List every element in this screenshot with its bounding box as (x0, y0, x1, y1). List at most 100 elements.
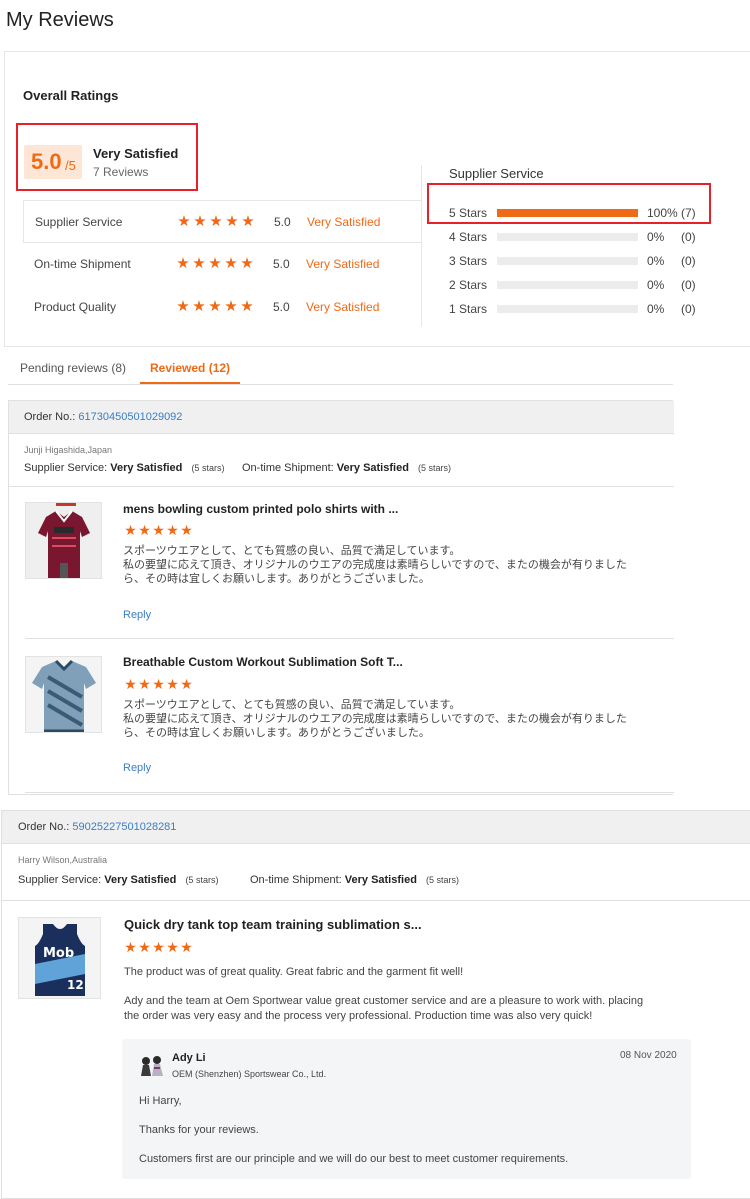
tab-reviewed[interactable]: Reviewed (12) (150, 361, 230, 375)
bar-percent: 0% (647, 230, 665, 244)
reviews-count: 7 Reviews (93, 165, 149, 179)
star-icon: ★ (225, 213, 239, 230)
review-text: The product was of great quality. Great … (124, 965, 643, 1024)
rating-name: Supplier Service (35, 215, 123, 229)
star-icon: ★ (166, 522, 179, 538)
page-title: My Reviews (6, 9, 114, 31)
rating-row-product-quality: Product Quality ★ ★ ★ ★ ★ 5.0 Very Satisfied (23, 286, 422, 329)
bar-percent: 0% (647, 254, 665, 268)
bar-track (497, 281, 638, 289)
review-line: The product was of great quality. Great … (124, 966, 464, 978)
seller-company: OEM (Shenzhen) Sportswear Co., Ltd. (172, 1069, 327, 1079)
avatar-image (141, 1056, 163, 1076)
buyer-name: Harry Wilson,Australia (18, 855, 108, 865)
star-icon: ★ (240, 255, 254, 272)
star-icon: ★ (180, 939, 193, 955)
polo-shirt-image (26, 503, 101, 578)
bar-percent: 0% (647, 278, 665, 292)
rating-label: Very Satisfied (306, 257, 380, 271)
reply-line: Hi Harry, (139, 1095, 182, 1107)
tshirt-image (26, 657, 101, 732)
star-icon: ★ (224, 255, 238, 272)
shipment-value: Very Satisfied (336, 462, 409, 474)
shipment-label: On-time Shipment: (242, 462, 334, 474)
star-icon: ★ (124, 939, 137, 955)
star-icon: ★ (138, 676, 151, 692)
bar-fill (497, 209, 638, 217)
active-tab-indicator (140, 382, 240, 384)
order-number-link[interactable]: 59025227501028281 (72, 821, 176, 833)
order-header: Order No.: 61730450501029092 (9, 401, 674, 434)
bar-percent: 0% (647, 302, 665, 316)
tank-top-image: Mob 12 (19, 918, 100, 998)
rating-bar-row: 3 Stars 0% (0) (449, 254, 709, 268)
review-line: スポーツウエアとして、とても質感の良い、品質で満足しています。 (123, 699, 461, 711)
rating-table: Supplier Service ★ ★ ★ ★ ★ 5.0 Very Satisfie… (23, 200, 422, 329)
rating-stars: ★ ★ ★ ★ ★ (176, 255, 254, 272)
bar-count: (0) (681, 230, 696, 244)
shipment-summary: On-time Shipment: Very Satisfied (5 star… (250, 874, 459, 886)
score-label: Very Satisfied (93, 146, 179, 161)
score-max: /5 (65, 158, 76, 173)
tab-pending-reviews[interactable]: Pending reviews (8) (20, 361, 126, 375)
avatar-icon (139, 1054, 165, 1078)
order-card: Order No.: 61730450501029092 Junji Higas… (8, 400, 674, 795)
product-stars: ★ ★ ★ ★ ★ (124, 939, 193, 955)
review-line: the order was very easy and the process … (124, 1010, 593, 1022)
order-header: Order No.: 59025227501028281 (2, 811, 750, 844)
bar-percent: 100% (647, 206, 678, 220)
reply-line: Thanks for your reviews. (139, 1124, 259, 1136)
star-icon: ★ (138, 522, 151, 538)
supplier-service-stars: (5 stars) (185, 875, 219, 885)
reply-link[interactable]: Reply (123, 762, 151, 774)
rating-value: 5.0 (273, 257, 290, 271)
product-stars: ★ ★ ★ ★ ★ (124, 676, 193, 692)
divider (25, 792, 674, 793)
product-thumbnail[interactable] (25, 656, 102, 733)
reply-date: 08 Nov 2020 (620, 1050, 677, 1061)
supplier-service-label: Supplier Service: (24, 462, 108, 474)
star-icon: ★ (124, 676, 137, 692)
product-stars: ★ ★ ★ ★ ★ (124, 522, 193, 538)
bar-track (497, 209, 638, 217)
rating-label: Very Satisfied (306, 300, 380, 314)
bar-count: (0) (681, 254, 696, 268)
star-icon: ★ (166, 676, 179, 692)
bar-label: 5 Stars (449, 206, 488, 220)
rating-value: 5.0 (273, 300, 290, 314)
panel-divider (421, 165, 422, 327)
bar-count: (0) (681, 302, 696, 316)
seller-name: Ady Li (172, 1052, 206, 1064)
product-title[interactable]: mens bowling custom printed polo shirts … (123, 502, 398, 516)
reply-link[interactable]: Reply (123, 609, 151, 621)
star-icon: ★ (192, 298, 206, 315)
rating-row-supplier-service: Supplier Service ★ ★ ★ ★ ★ 5.0 Very Satisfie… (23, 200, 422, 243)
star-icon: ★ (209, 213, 223, 230)
rating-bar-row: 1 Stars 0% (0) (449, 302, 709, 316)
product-title[interactable]: Breathable Custom Workout Sublimation So… (123, 655, 403, 669)
overall-ratings-heading: Overall Ratings (23, 88, 119, 103)
product-title[interactable]: Quick dry tank top team training sublima… (124, 917, 422, 932)
rating-bar-row: 4 Stars 0% (0) (449, 230, 709, 244)
bar-label: 2 Stars (449, 278, 488, 292)
star-icon: ★ (180, 676, 193, 692)
review-line: ら、その時は宜しくお願いします。ありがとうございました。 (123, 727, 430, 739)
shipment-stars: (5 stars) (425, 875, 459, 885)
supplier-service-label: Supplier Service: (18, 874, 102, 886)
product-thumbnail[interactable]: Mob 12 (18, 917, 101, 999)
supplier-service-value: Very Satisfied (110, 462, 183, 474)
shipment-stars: (5 stars) (417, 463, 451, 473)
product-thumbnail[interactable] (25, 502, 102, 579)
bar-label: 1 Stars (449, 302, 488, 316)
shipment-label: On-time Shipment: (250, 874, 342, 886)
review-text: スポーツウエアとして、とても質感の良い、品質で満足しています。 私の要望に応えて… (123, 544, 627, 586)
star-icon: ★ (124, 522, 137, 538)
rating-bar-row: 5 Stars 100% (7) (449, 206, 709, 220)
star-icon: ★ (240, 298, 254, 315)
order-number-link[interactable]: 61730450501029092 (78, 411, 182, 423)
star-icon: ★ (208, 298, 222, 315)
bar-track (497, 233, 638, 241)
review-text: スポーツウエアとして、とても質感の良い、品質で満足しています。 私の要望に応えて… (123, 698, 627, 740)
rating-name: On-time Shipment (34, 257, 131, 271)
